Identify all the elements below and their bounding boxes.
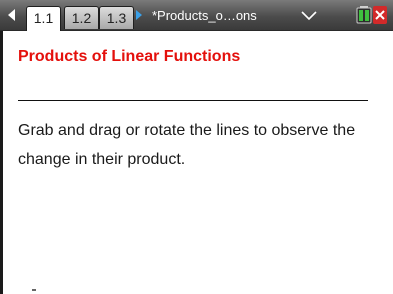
tab-label: 1.1 (33, 10, 54, 26)
tab-page-1-1[interactable]: 1.1 (26, 6, 61, 31)
battery-icon (356, 6, 372, 24)
chevron-down-icon[interactable] (301, 11, 317, 21)
divider (18, 100, 368, 101)
tab-page-1-2[interactable]: 1.2 (64, 6, 99, 29)
tab-page-1-3[interactable]: 1.3 (99, 6, 134, 29)
triangle-left-icon[interactable] (8, 9, 15, 21)
tab-label: 1.2 (71, 10, 92, 26)
tab-label: 1.3 (106, 10, 127, 26)
page-left-border (0, 31, 3, 294)
page-title: Products of Linear Functions (18, 48, 241, 65)
instructions-text: Grab and drag or rotate the lines to obs… (18, 122, 356, 168)
document-title[interactable]: *Products_o…ons (152, 6, 257, 26)
text-cursor (32, 289, 36, 291)
document-toolbar: 1.1 1.2 1.3 *Products_o…ons (0, 0, 393, 31)
close-icon[interactable] (373, 6, 387, 24)
triangle-right-icon[interactable] (136, 10, 142, 20)
